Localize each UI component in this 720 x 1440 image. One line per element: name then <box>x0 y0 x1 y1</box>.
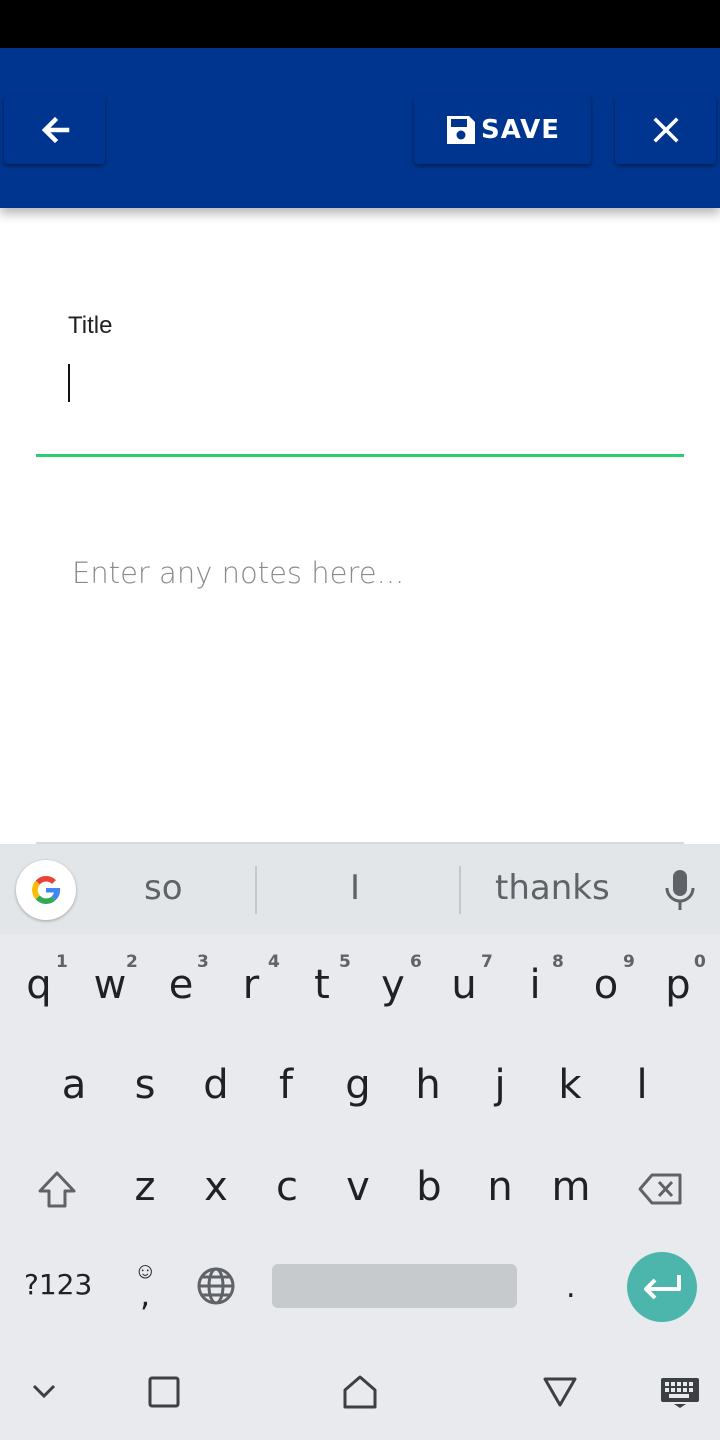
key-hint: 2 <box>126 952 138 972</box>
app-bar: SAVE <box>0 48 720 208</box>
key-hint: 8 <box>552 952 564 972</box>
key-f[interactable]: f <box>256 1062 316 1108</box>
arrow-left-icon <box>41 116 69 144</box>
keyboard-icon[interactable] <box>660 1376 700 1408</box>
back-button[interactable] <box>4 96 105 164</box>
suggestion-3[interactable]: thanks <box>495 868 610 908</box>
chevron-down-icon[interactable] <box>32 1384 56 1400</box>
floppy-disk-icon <box>447 116 476 144</box>
globe-icon[interactable] <box>196 1266 236 1306</box>
key-hint: 9 <box>623 952 635 972</box>
key-c[interactable]: c <box>257 1164 317 1210</box>
key-m[interactable]: m <box>541 1164 601 1210</box>
enter-key[interactable] <box>627 1252 697 1322</box>
notes-input[interactable]: Enter any notes here... <box>72 556 404 590</box>
microphone-icon[interactable] <box>662 868 698 912</box>
period-key[interactable]: . <box>566 1270 576 1305</box>
key-hint: 0 <box>694 952 706 972</box>
backspace-icon[interactable] <box>638 1172 684 1206</box>
back-triangle-icon[interactable] <box>542 1376 578 1408</box>
save-button[interactable]: SAVE <box>414 96 591 164</box>
comma-key[interactable]: , <box>140 1276 150 1314</box>
key-j[interactable]: j <box>470 1062 530 1108</box>
suggestion-divider <box>459 866 461 914</box>
suggestion-divider <box>255 866 257 914</box>
text-cursor <box>68 364 70 402</box>
title-underline <box>36 454 684 457</box>
key-n[interactable]: n <box>470 1164 530 1210</box>
key-hint: 6 <box>410 952 422 972</box>
key-hint: 4 <box>268 952 280 972</box>
key-hint: 3 <box>197 952 209 972</box>
space-bar[interactable] <box>272 1264 517 1308</box>
status-bar <box>0 0 720 48</box>
suggestion-1[interactable]: so <box>144 868 183 908</box>
note-form: Title Enter any notes here... <box>0 208 720 844</box>
save-label: SAVE <box>481 115 560 145</box>
close-button[interactable] <box>615 96 716 164</box>
close-icon <box>652 117 679 143</box>
key-hint: 1 <box>56 952 68 972</box>
key-hint: 5 <box>339 952 351 972</box>
key-hint: 7 <box>481 952 493 972</box>
key-g[interactable]: g <box>328 1062 388 1108</box>
suggestion-2[interactable]: I <box>350 868 360 908</box>
keyboard: so I thanks q 1 w 2 e 3 r 4 t 5 y 6 u 7 … <box>0 844 720 1440</box>
key-z[interactable]: z <box>115 1164 175 1210</box>
key-v[interactable]: v <box>328 1164 388 1210</box>
key-h[interactable]: h <box>398 1062 458 1108</box>
title-label: Title <box>68 312 113 339</box>
key-x[interactable]: x <box>186 1164 246 1210</box>
title-input[interactable] <box>36 348 684 456</box>
google-logo-icon[interactable] <box>16 860 76 920</box>
shift-icon[interactable] <box>36 1170 78 1210</box>
symbols-key[interactable]: ?123 <box>24 1268 92 1301</box>
key-b[interactable]: b <box>399 1164 459 1210</box>
key-a[interactable]: a <box>44 1062 104 1108</box>
key-l[interactable]: l <box>612 1062 672 1108</box>
key-k[interactable]: k <box>540 1062 600 1108</box>
home-icon[interactable] <box>342 1374 378 1410</box>
recents-icon[interactable] <box>148 1376 180 1408</box>
key-s[interactable]: s <box>115 1062 175 1108</box>
suggestion-bar: so I thanks <box>0 844 720 934</box>
enter-icon <box>644 1275 681 1300</box>
key-d[interactable]: d <box>186 1062 246 1108</box>
